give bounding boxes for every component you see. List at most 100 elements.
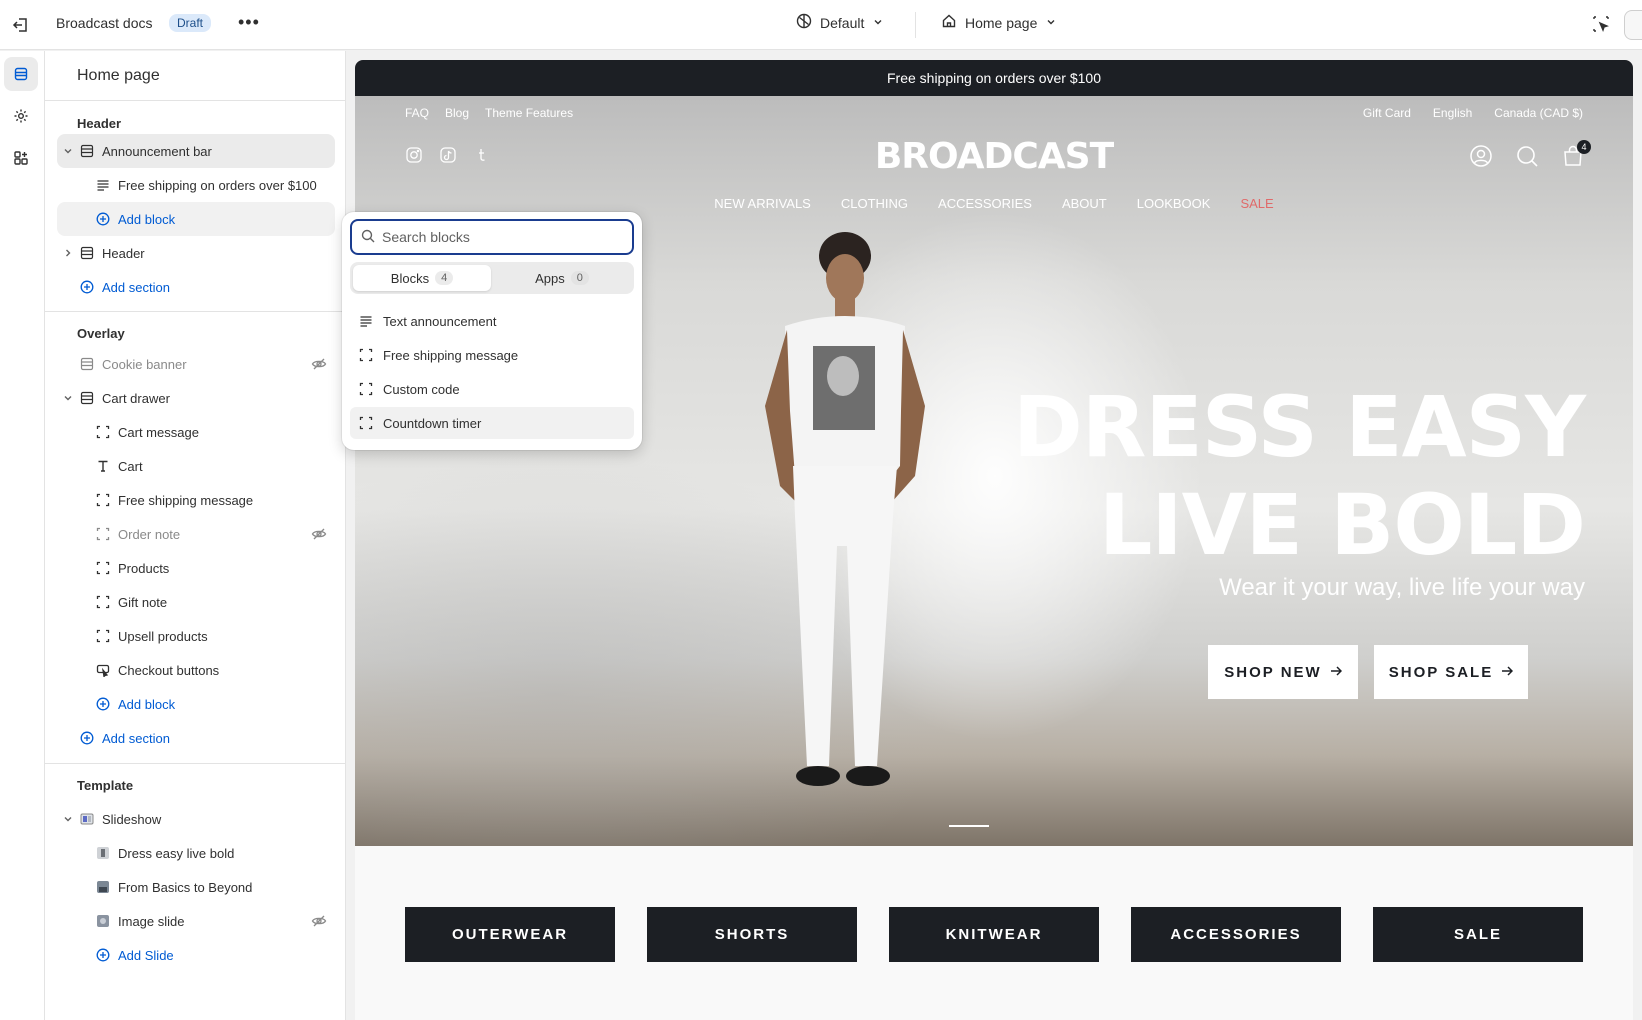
- tab-count-badge: 0: [570, 271, 589, 285]
- add-block-button[interactable]: Add block: [57, 687, 335, 721]
- add-block-button[interactable]: Add block: [57, 202, 335, 236]
- collection-button[interactable]: SHORTS: [647, 907, 857, 962]
- block-products[interactable]: Products: [57, 551, 335, 585]
- shop-sale-button[interactable]: SHOP SALE: [1374, 645, 1528, 699]
- topbar-divider: [915, 12, 916, 38]
- add-section-button[interactable]: Add section: [57, 721, 335, 755]
- section-header[interactable]: Header: [57, 236, 335, 270]
- tab-apps[interactable]: Apps 0: [493, 265, 631, 291]
- block-option-countdown-timer[interactable]: Countdown timer: [350, 407, 634, 439]
- sections-icon[interactable]: [4, 57, 38, 91]
- hidden-eye-icon[interactable]: [311, 356, 327, 372]
- hero-slideshow[interactable]: FAQ Blog Theme Features Gift Card Englis…: [355, 96, 1633, 846]
- chevron-down-icon[interactable]: [61, 391, 75, 405]
- utility-nav-right: Gift Card English Canada (CAD $): [1363, 106, 1583, 120]
- cart-icon[interactable]: 4: [1561, 140, 1591, 173]
- plus-circle-icon: [79, 279, 95, 295]
- checkout-button-icon: [95, 662, 111, 678]
- block-option-label: Text announcement: [383, 313, 497, 329]
- nav-link[interactable]: LOOKBOOK: [1137, 196, 1211, 211]
- section-announcement-bar[interactable]: Announcement bar: [57, 134, 335, 168]
- store-title[interactable]: Broadcast docs: [56, 15, 153, 31]
- utility-link[interactable]: FAQ: [405, 106, 429, 120]
- language-selector[interactable]: English: [1433, 106, 1472, 120]
- chevron-down-icon[interactable]: [61, 812, 75, 826]
- section-slideshow[interactable]: Slideshow: [57, 802, 335, 836]
- section-icon: [79, 390, 95, 406]
- block-option-text-announcement[interactable]: Text announcement: [350, 305, 634, 337]
- search-field[interactable]: [350, 219, 634, 255]
- gift-card-link[interactable]: Gift Card: [1363, 106, 1411, 120]
- main-navigation: NEW ARRIVALS CLOTHING ACCESSORIES ABOUT …: [355, 196, 1633, 211]
- more-actions-button[interactable]: •••: [238, 12, 260, 33]
- hero-headline: DRESS EASY LIVE BOLD: [1013, 378, 1586, 574]
- slideshow-icon: [79, 811, 95, 827]
- block-order-note[interactable]: Order note: [57, 517, 335, 551]
- popover-tabs: Blocks 4 Apps 0: [350, 262, 634, 294]
- section-cookie-banner[interactable]: Cookie banner: [57, 347, 335, 381]
- collection-button[interactable]: ACCESSORIES: [1131, 907, 1341, 962]
- block-free-shipping[interactable]: Free shipping on orders over $100: [57, 168, 335, 202]
- chevron-right-icon[interactable]: [61, 246, 75, 260]
- add-section-button[interactable]: Add section: [57, 270, 335, 304]
- slide-indicator[interactable]: [949, 825, 989, 827]
- nav-link[interactable]: CLOTHING: [841, 196, 908, 211]
- headline-line: LIVE BOLD: [1098, 476, 1586, 574]
- block-checkout-buttons[interactable]: Checkout buttons: [57, 653, 335, 687]
- block-label: Cart: [118, 458, 143, 474]
- block-cart-message[interactable]: Cart message: [57, 415, 335, 449]
- collection-button[interactable]: KNITWEAR: [889, 907, 1099, 962]
- exit-icon[interactable]: [10, 14, 32, 36]
- block-free-shipping-message[interactable]: Free shipping message: [57, 483, 335, 517]
- block-option-custom-code[interactable]: Custom code: [350, 373, 634, 405]
- inspector-icon[interactable]: [1591, 14, 1613, 36]
- section-cart-drawer[interactable]: Cart drawer: [57, 381, 335, 415]
- home-icon: [941, 13, 957, 32]
- shop-new-button[interactable]: SHOP NEW: [1208, 645, 1358, 699]
- announcement-bar[interactable]: Free shipping on orders over $100: [355, 60, 1633, 96]
- search-icon[interactable]: [1515, 144, 1539, 173]
- block-upsell-products[interactable]: Upsell products: [57, 619, 335, 653]
- icon-rail: [0, 51, 45, 1020]
- block-slide-dress-easy[interactable]: Dress easy live bold: [57, 836, 335, 870]
- currency-selector[interactable]: Canada (CAD $): [1494, 106, 1583, 120]
- tab-label: Apps: [535, 270, 565, 286]
- hidden-eye-icon[interactable]: [311, 913, 327, 929]
- chevron-down-icon: [872, 15, 884, 31]
- tab-blocks[interactable]: Blocks 4: [353, 265, 491, 291]
- text-block-icon: [95, 177, 111, 193]
- apps-icon[interactable]: [4, 141, 38, 175]
- sidebar-divider: [45, 763, 345, 764]
- hidden-eye-icon[interactable]: [311, 526, 327, 542]
- arrow-right-icon: [1501, 664, 1514, 681]
- add-slide-button[interactable]: Add Slide: [57, 938, 335, 972]
- nav-link-sale[interactable]: SALE: [1240, 196, 1273, 211]
- storefront-preview[interactable]: Free shipping on orders over $100 FAQ Bl…: [355, 60, 1633, 1020]
- collection-button[interactable]: SALE: [1373, 907, 1583, 962]
- chevron-down-icon[interactable]: [61, 144, 75, 158]
- block-gift-note[interactable]: Gift note: [57, 585, 335, 619]
- nav-link[interactable]: NEW ARRIVALS: [714, 196, 811, 211]
- block-cart[interactable]: Cart: [57, 449, 335, 483]
- block-option-free-shipping[interactable]: Free shipping message: [350, 339, 634, 371]
- block-label: Image slide: [118, 913, 185, 929]
- block-icon: [95, 526, 111, 542]
- add-section-label: Add section: [102, 279, 170, 295]
- store-logo[interactable]: BROADCAST: [355, 136, 1633, 177]
- block-slide-from-basics[interactable]: From Basics to Beyond: [57, 870, 335, 904]
- theme-selector[interactable]: Default: [796, 13, 884, 32]
- search-blocks-input[interactable]: [382, 227, 622, 247]
- image-thumbnail-icon: [95, 913, 111, 929]
- utility-link[interactable]: Theme Features: [485, 106, 573, 120]
- desktop-preview-toggle[interactable]: [1624, 10, 1642, 40]
- account-icon[interactable]: [1469, 144, 1493, 173]
- nav-link[interactable]: ABOUT: [1062, 196, 1107, 211]
- utility-link[interactable]: Blog: [445, 106, 469, 120]
- block-icon: [95, 560, 111, 576]
- collection-button[interactable]: OUTERWEAR: [405, 907, 615, 962]
- nav-link[interactable]: ACCESSORIES: [938, 196, 1032, 211]
- block-image-slide[interactable]: Image slide: [57, 904, 335, 938]
- theme-settings-icon[interactable]: [4, 99, 38, 133]
- block-label: Free shipping message: [118, 492, 254, 508]
- page-selector[interactable]: Home page: [941, 13, 1057, 32]
